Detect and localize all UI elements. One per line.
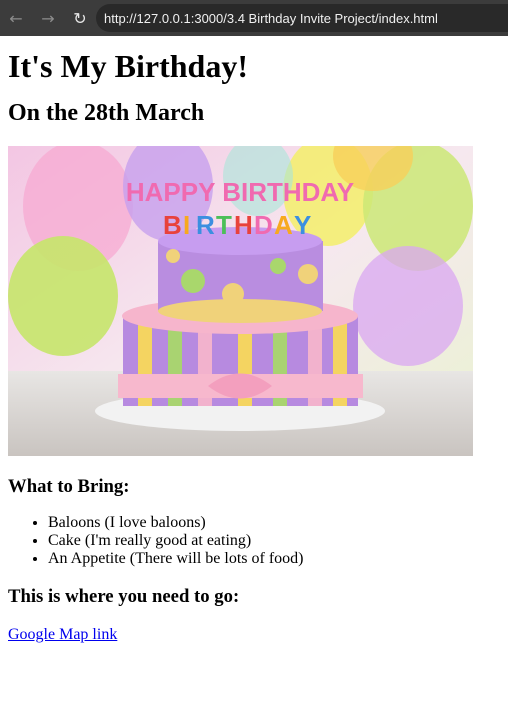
address-bar[interactable]: http://127.0.0.1:3000/3.4 Birthday Invit…: [96, 4, 508, 32]
svg-text:T: T: [216, 210, 232, 240]
svg-text:A: A: [274, 210, 293, 240]
forward-arrow-icon[interactable]: →: [36, 6, 60, 30]
google-map-link[interactable]: Google Map link: [8, 626, 117, 644]
browser-toolbar: ← → ↻ http://127.0.0.1:3000/3.4 Birthday…: [0, 0, 508, 36]
svg-text:D: D: [254, 210, 273, 240]
cake-candle-text: HAPPY BIRTHDAY: [126, 177, 354, 207]
page-content: It's My Birthday! On the 28th March HAPP…: [0, 48, 508, 644]
svg-text:Y: Y: [294, 210, 311, 240]
svg-text:B: B: [163, 210, 182, 240]
page-title: It's My Birthday!: [8, 48, 248, 84]
svg-text:R: R: [196, 210, 215, 240]
bring-heading: What to Bring:: [8, 476, 130, 497]
date-heading: On the 28th March: [8, 100, 205, 126]
list-item: An Appetite (There will be lots of food): [48, 550, 500, 568]
back-arrow-icon[interactable]: ←: [4, 6, 28, 30]
list-item: Cake (I'm really good at eating): [48, 532, 500, 550]
svg-text:I: I: [183, 210, 190, 240]
reload-icon[interactable]: ↻: [68, 6, 92, 30]
directions-heading: This is where you need to go:: [8, 586, 240, 607]
bring-list: Baloons (I love baloons) Cake (I'm reall…: [8, 514, 500, 568]
list-item: Baloons (I love baloons): [48, 514, 500, 532]
address-url: http://127.0.0.1:3000/3.4 Birthday Invit…: [104, 10, 438, 26]
svg-text:H: H: [234, 210, 253, 240]
birthday-cake-image: HAPPY BIRTHDAY B I R T H D A Y: [8, 146, 473, 456]
